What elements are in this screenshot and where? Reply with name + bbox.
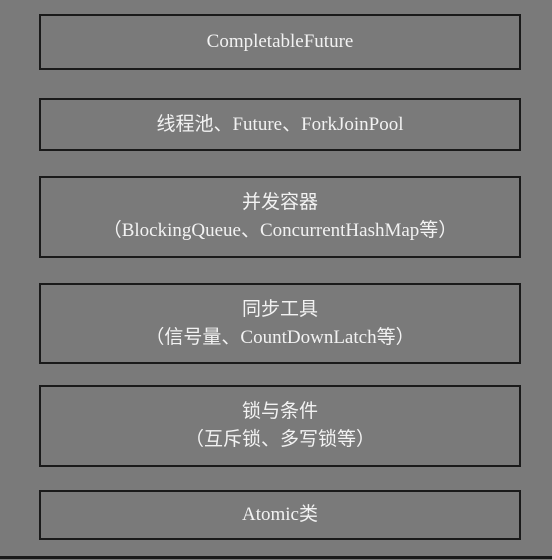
layer-completablefuture: CompletableFuture	[39, 14, 521, 70]
bottom-divider	[0, 556, 552, 559]
layer-sync-tools: 同步工具 （信号量、CountDownLatch等）	[39, 283, 521, 364]
layer-concurrent-containers: 并发容器 （BlockingQueue、ConcurrentHashMap等）	[39, 176, 521, 258]
layer-subtitle: （互斥锁、多写锁等）	[184, 429, 375, 450]
layer-subtitle: （信号量、CountDownLatch等）	[145, 326, 415, 348]
layer-thread-pool: 线程池、Future、ForkJoinPool	[39, 98, 521, 151]
layer-atomic: Atomic类	[39, 490, 521, 540]
layer-title: 锁与条件	[241, 401, 318, 423]
layer-title: 线程池、Future、ForkJoinPool	[156, 113, 404, 135]
layer-locks-conditions: 锁与条件 （互斥锁、多写锁等）	[39, 385, 521, 467]
layer-title: CompletableFuture	[206, 31, 354, 53]
layer-subtitle: （BlockingQueue、ConcurrentHashMap等）	[102, 220, 458, 241]
layer-title: 同步工具	[241, 298, 318, 320]
layer-title: 并发容器	[241, 192, 318, 214]
layer-title: Atomic类	[242, 504, 318, 526]
